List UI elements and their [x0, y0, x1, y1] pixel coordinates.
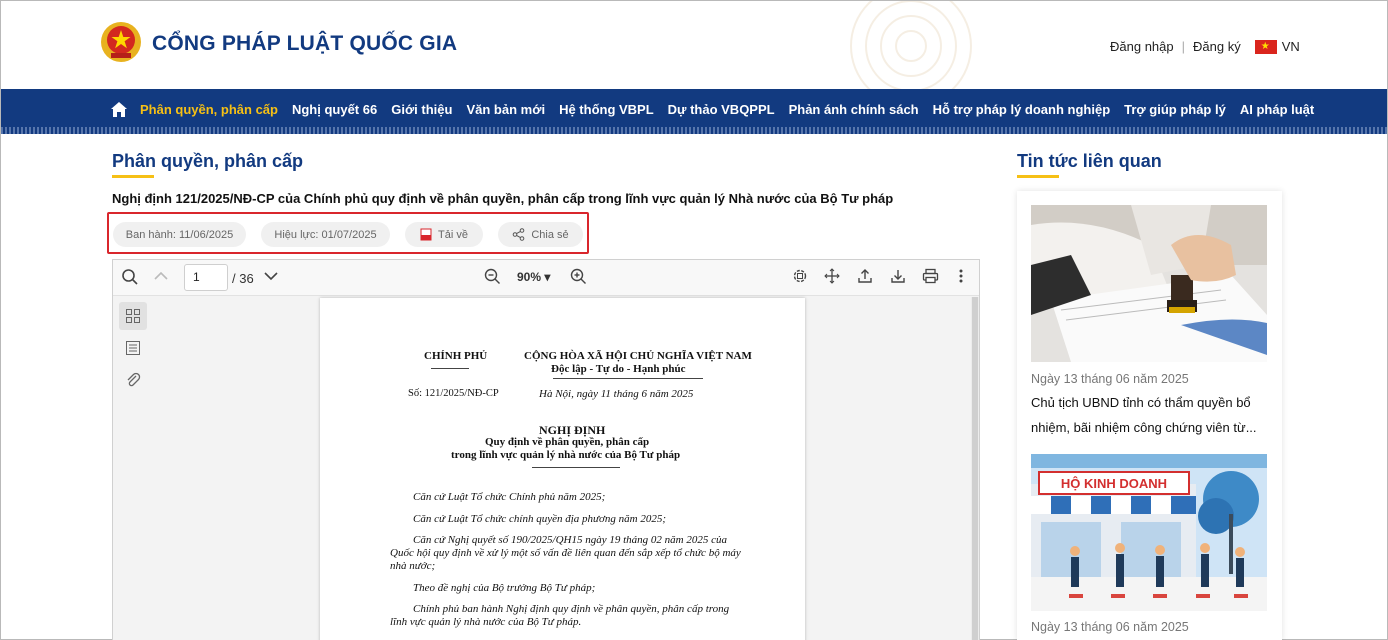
zoom-level-select[interactable]: 90% ▾	[517, 270, 550, 284]
issued-date: Ban hành: 11/06/2025	[125, 228, 234, 241]
zoom-level: 90%	[517, 270, 542, 284]
pdf-place-date: Hà Nội, ngày 11 tháng 6 năm 2025	[539, 388, 694, 400]
outline-button[interactable]	[119, 334, 147, 362]
next-page-icon[interactable]	[263, 268, 279, 284]
page-number-input[interactable]: 1	[184, 264, 228, 291]
main-nav: Phân quyền, phân cấp Nghị quyết 66 Giới …	[1, 89, 1387, 134]
viewer-sidebar	[113, 297, 153, 640]
related-news-title: Tin tức liên quan	[1017, 151, 1162, 171]
pdf-para-3b: Quốc hội quy định về xử lý một số vấn đề…	[390, 547, 741, 559]
nav-item-nghi-quyet-66[interactable]: Nghị quyết 66	[292, 102, 377, 117]
site-header: CỔNG PHÁP LUẬT QUỐC GIA Đăng nhập | Đăng…	[1, 1, 1387, 89]
download-button[interactable]: Tải về	[405, 222, 483, 247]
sign-text: HỘ KINH DOANH	[1061, 476, 1167, 491]
effective-date: Hiệu lực: 01/07/2025	[274, 228, 377, 241]
pdf-para-5a: Chính phủ ban hành Nghị định quy định về…	[413, 603, 730, 615]
login-link[interactable]: Đăng nhập	[1110, 39, 1174, 54]
home-icon[interactable]	[110, 101, 128, 118]
vietnam-flag-icon: ★	[1254, 39, 1277, 54]
language-selector[interactable]: ★ VN	[1254, 39, 1300, 54]
divider: |	[1181, 39, 1186, 54]
section-title-underline	[112, 175, 154, 178]
nav-border-pattern	[1, 127, 1387, 134]
thumbnails-grid-icon	[126, 309, 140, 323]
pdf-motto: Độc lập - Tự do - Hạnh phúc	[551, 363, 686, 375]
attachments-button[interactable]	[119, 366, 147, 394]
nav-item-ho-tro-doanh-nghiep[interactable]: Hỗ trợ pháp lý doanh nghiệp	[933, 102, 1111, 117]
download-icon[interactable]	[890, 268, 906, 284]
print-icon[interactable]	[922, 268, 939, 284]
page-total: / 36	[232, 271, 254, 286]
pdf-para-5b: lĩnh vực quản lý nhà nước của Bộ Tư pháp…	[390, 616, 582, 628]
download-label: Tải về	[438, 228, 468, 241]
viewer-scrollbar[interactable]	[971, 297, 979, 640]
pdf-page: CHÍNH PHỦ CỘNG HÒA XÃ HỘI CHỦ NGHĨA VIỆT…	[320, 298, 805, 640]
pdf-para-1: Căn cứ Luật Tổ chức Chính phủ năm 2025;	[413, 491, 606, 503]
paperclip-icon	[127, 372, 141, 387]
nav-item-he-thong-vbpl[interactable]: Hệ thống VBPL	[559, 102, 654, 117]
share-icon	[513, 228, 525, 241]
nav-item-van-ban-moi[interactable]: Văn bản mới	[466, 102, 545, 117]
pdf-viewer: 1 / 36 90% ▾ CHÍNH PHỦ CỘNG HÒA XÃ HỘI C…	[112, 259, 980, 640]
pdf-rule	[553, 378, 703, 379]
pdf-subject-1: Quy định về phân quyền, phân cấp	[485, 436, 650, 448]
upload-icon[interactable]	[857, 268, 873, 284]
scrollbar-thumb[interactable]	[972, 297, 978, 640]
pdf-para-3a: Căn cứ Nghị quyết số 190/2025/QH15 ngày …	[413, 534, 727, 546]
previous-page-icon[interactable]	[153, 268, 169, 284]
nav-item-gioi-thieu[interactable]: Giới thiệu	[391, 102, 452, 117]
pdf-number: Số: 121/2025/NĐ-CP	[408, 388, 499, 399]
nav-item-tro-giup[interactable]: Trợ giúp pháp lý	[1124, 102, 1226, 117]
rotate-icon[interactable]	[792, 268, 808, 284]
drum-pattern-decoration	[850, 1, 972, 89]
news-date: Ngày 13 tháng 06 năm 2025	[1031, 620, 1189, 634]
share-label: Chia sẻ	[531, 228, 569, 241]
news-date: Ngày 13 tháng 06 năm 2025	[1031, 372, 1189, 386]
pdf-para-4: Theo đề nghị của Bộ trưởng Bộ Tư pháp;	[413, 582, 596, 594]
pdf-para-3c: nhà nước;	[390, 560, 436, 572]
share-button[interactable]: Chia sẻ	[498, 222, 583, 247]
outline-list-icon	[126, 341, 140, 355]
pdf-para-2: Căn cứ Luật Tổ chức chính quyền địa phươ…	[413, 513, 667, 525]
notary-stamp-photo	[1031, 205, 1267, 362]
related-news-card: Ngày 13 tháng 06 năm 2025 Chủ tịch UBND …	[1017, 191, 1282, 640]
household-business-illustration: HỘ KINH DOANH	[1031, 454, 1267, 611]
related-news-underline	[1017, 175, 1059, 178]
search-icon[interactable]	[121, 268, 139, 286]
pdf-rule	[431, 368, 469, 369]
pdf-subject-2: trong lĩnh vực quản lý nhà nước của Bộ T…	[451, 449, 681, 461]
more-options-icon[interactable]	[958, 268, 964, 284]
nav-item-phan-quyen[interactable]: Phân quyền, phân cấp	[140, 102, 278, 117]
pdf-right-org: CỘNG HÒA XÃ HỘI CHỦ NGHĨA VIỆT NAM	[524, 350, 752, 362]
auth-links: Đăng nhập | Đăng ký ★ VN	[1110, 39, 1300, 54]
news-image-notary[interactable]	[1031, 205, 1267, 362]
news-title[interactable]: Chủ tịch UBND tỉnh có thẩm quyền bổ nhiệ…	[1031, 390, 1271, 440]
register-link[interactable]: Đăng ký	[1193, 39, 1241, 54]
national-emblem-icon[interactable]	[100, 21, 142, 63]
issued-date-badge: Ban hành: 11/06/2025	[113, 222, 246, 247]
viewer-toolbar: 1 / 36 90% ▾	[113, 260, 979, 296]
dropdown-caret-icon: ▾	[544, 270, 551, 284]
thumbnails-button[interactable]	[119, 302, 147, 330]
language-label: VN	[1281, 39, 1300, 54]
zoom-out-icon[interactable]	[484, 268, 501, 285]
pdf-left-org: CHÍNH PHỦ	[424, 350, 488, 362]
nav-item-phan-anh[interactable]: Phản ánh chính sách	[789, 102, 919, 117]
section-title: Phân quyền, phân cấp	[112, 151, 304, 171]
site-title[interactable]: CỔNG PHÁP LUẬT QUỐC GIA	[152, 32, 457, 56]
effective-date-badge: Hiệu lực: 01/07/2025	[261, 222, 390, 247]
document-title: Nghị định 121/2025/NĐ-CP của Chính phủ q…	[112, 191, 894, 206]
news-image-household-business[interactable]: HỘ KINH DOANH	[1031, 454, 1267, 611]
pan-move-icon[interactable]	[824, 268, 840, 284]
pdf-file-icon	[420, 228, 432, 241]
zoom-in-icon[interactable]	[570, 268, 587, 285]
pdf-rule	[532, 467, 620, 468]
nav-item-du-thao[interactable]: Dự thảo VBQPPL	[668, 102, 775, 117]
nav-item-ai-phap-luat[interactable]: AI pháp luật	[1240, 102, 1314, 117]
